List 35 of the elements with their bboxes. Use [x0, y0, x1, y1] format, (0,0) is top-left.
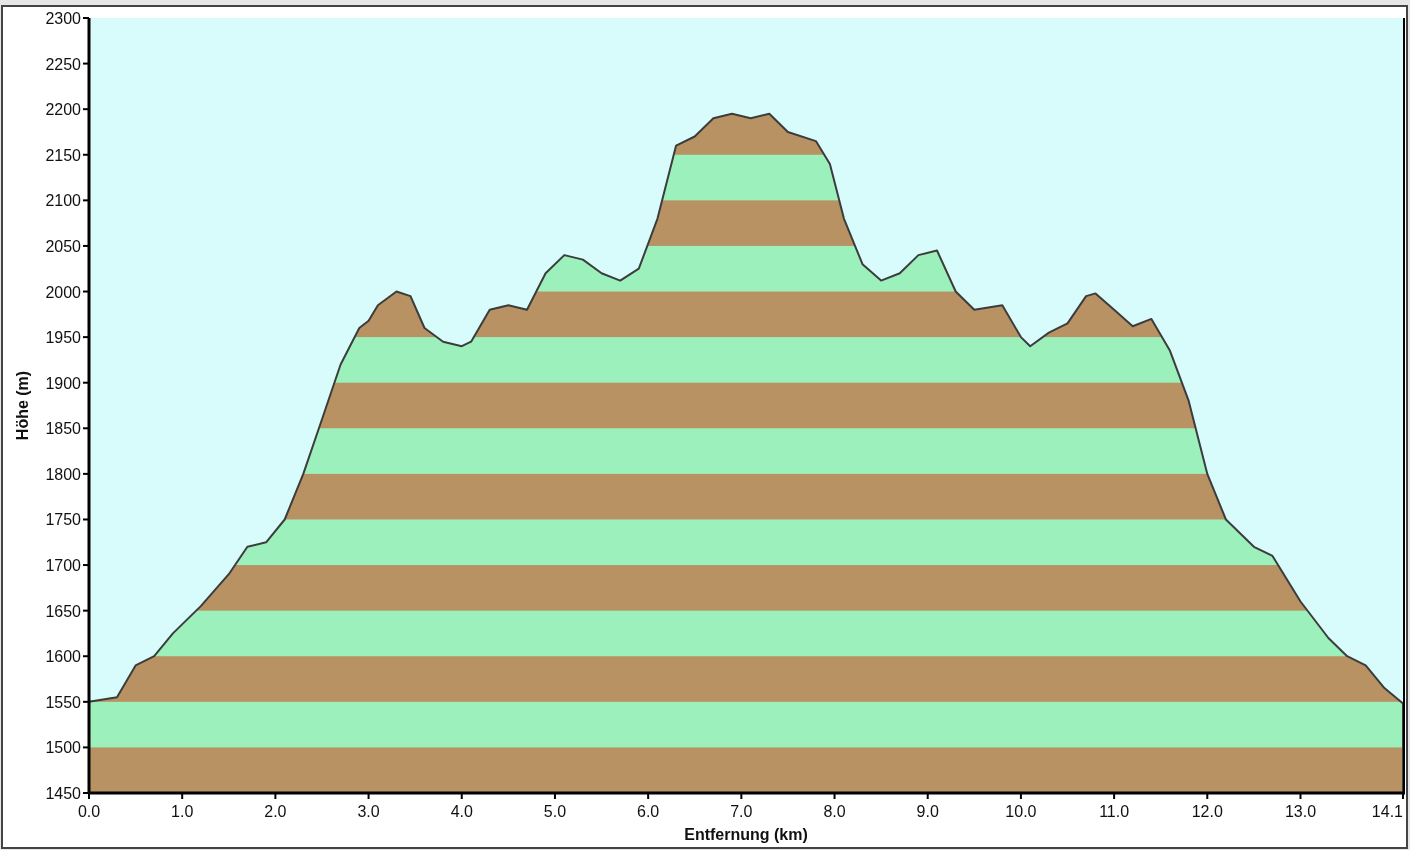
tick-label: 1800 — [45, 465, 81, 483]
tick-label: 0.0 — [77, 803, 101, 820]
tick-label: 12.0 — [1191, 803, 1223, 820]
tick-label: 1500 — [45, 739, 81, 757]
axis-title: Höhe (m) — [14, 370, 31, 441]
tick-label: 2150 — [45, 146, 81, 164]
tick-label: 2250 — [45, 55, 81, 73]
tick-label: 2.0 — [264, 803, 287, 820]
axis-title: Entfernung (km) — [684, 826, 808, 843]
tick-label: 2050 — [45, 237, 81, 255]
tick-label: 11.0 — [1099, 803, 1130, 820]
tick-label: 1900 — [45, 374, 81, 392]
tick-label: 1750 — [45, 511, 81, 529]
tick-label: 1700 — [45, 557, 81, 575]
tick-label: 7.0 — [730, 803, 753, 820]
tick-label: 2100 — [45, 192, 81, 210]
tick-label: 8.0 — [823, 803, 846, 820]
tick-label: 2300 — [45, 10, 81, 27]
tick-label: 9.0 — [916, 803, 939, 820]
tick-label: 2200 — [45, 101, 81, 119]
tick-label: 3.0 — [357, 803, 380, 820]
tick-label: 1550 — [45, 693, 81, 711]
tick-label: 10.0 — [1005, 803, 1037, 820]
tick-label: 1.0 — [171, 803, 194, 820]
tick-label: 2000 — [45, 283, 81, 301]
tick-label: 13.0 — [1284, 803, 1317, 820]
tick-label: 5.0 — [543, 803, 567, 820]
tick-label: 1650 — [45, 602, 81, 620]
tick-label: 4.0 — [450, 803, 473, 820]
tick-label: 14.1 — [1371, 803, 1403, 820]
tick-label: 1600 — [45, 648, 81, 666]
tick-label: 1950 — [45, 329, 81, 347]
tick-label: 1850 — [45, 420, 81, 438]
tick-label: 1450 — [45, 785, 81, 802]
tick-label: 6.0 — [637, 803, 660, 820]
